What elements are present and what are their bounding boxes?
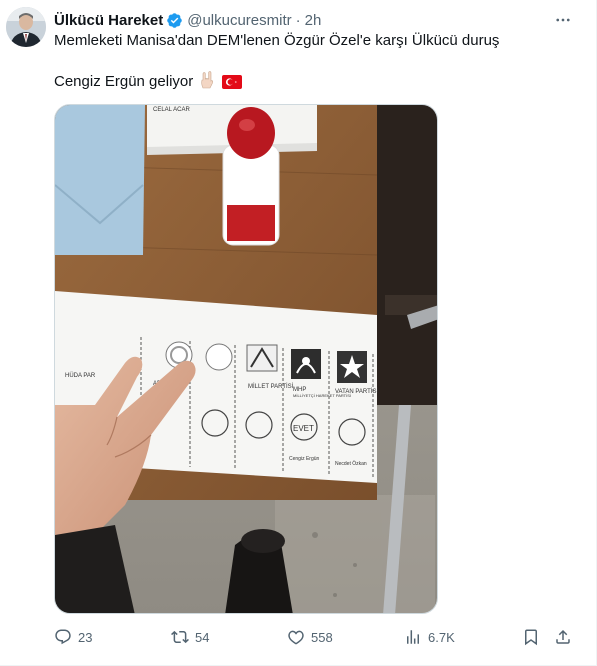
author-name[interactable]: Ülkücü Hareket [54, 12, 163, 29]
author-avatar[interactable] [6, 7, 46, 47]
tweet-text: Memleketi Manisa'dan DEM'lenen Özgür Öze… [54, 31, 574, 95]
reply-button[interactable]: 23 [54, 628, 92, 646]
views-count: 6.7K [428, 629, 455, 645]
tweet-text-line1: Memleketi Manisa'dan DEM'lenen Özgür Öze… [54, 32, 500, 49]
share-icon [556, 629, 570, 644]
tweet: Ülkücü Hareket @ulkucuresmitr · 2h Memle… [0, 0, 597, 666]
separator-dot: · [295, 11, 301, 29]
ballot-party-label-millet: MİLLET PARTİSİ [248, 383, 294, 390]
ballot-party-label-huda: HÜDA PAR [65, 372, 96, 379]
tweet-actions: 23 54 558 6.7K [54, 626, 574, 648]
author-handle[interactable]: @ulkucuresmitr [187, 12, 291, 29]
post-photo[interactable]: CELAL ACAR HÜDA PAR MİLLET PARTİSİ MHP M… [54, 104, 438, 614]
wolf-salute-hand-icon [199, 71, 215, 95]
ballot-candidate-vatan: Necdet Özkan [335, 460, 367, 467]
like-count: 558 [311, 629, 333, 645]
bookmark-icon [525, 629, 537, 646]
repost-button[interactable]: 54 [171, 628, 209, 646]
share-button[interactable] [554, 628, 578, 646]
verified-badge-icon [166, 12, 183, 29]
reply-icon [55, 629, 71, 645]
more-options-icon[interactable] [552, 9, 574, 31]
heart-icon [288, 630, 304, 645]
like-button[interactable]: 558 [287, 628, 333, 646]
tweet-text-line2: Cengiz Ergün geliyor [54, 71, 574, 95]
ballot-party-label-vatan: VATAN PARTİSİ [335, 388, 378, 395]
views-chart-icon [407, 630, 419, 644]
ballot-candidate-mhp: Cengiz Ergün [289, 456, 320, 462]
tweet-text-line2-text: Cengiz Ergün geliyor [54, 73, 194, 90]
ballot-stamp-word: EVET [293, 424, 314, 433]
repost-count: 54 [195, 629, 210, 645]
turkish-flag-icon [221, 75, 242, 95]
post-time[interactable]: 2h [305, 12, 322, 29]
bookmark-button[interactable] [522, 628, 546, 646]
reply-count: 23 [78, 629, 93, 645]
paper-stack-text: CELAL ACAR [153, 107, 190, 113]
repost-icon [171, 630, 189, 644]
tweet-header: Ülkücü Hareket @ulkucuresmitr · 2h [54, 10, 556, 30]
views-button[interactable]: 6.7K [404, 628, 455, 646]
